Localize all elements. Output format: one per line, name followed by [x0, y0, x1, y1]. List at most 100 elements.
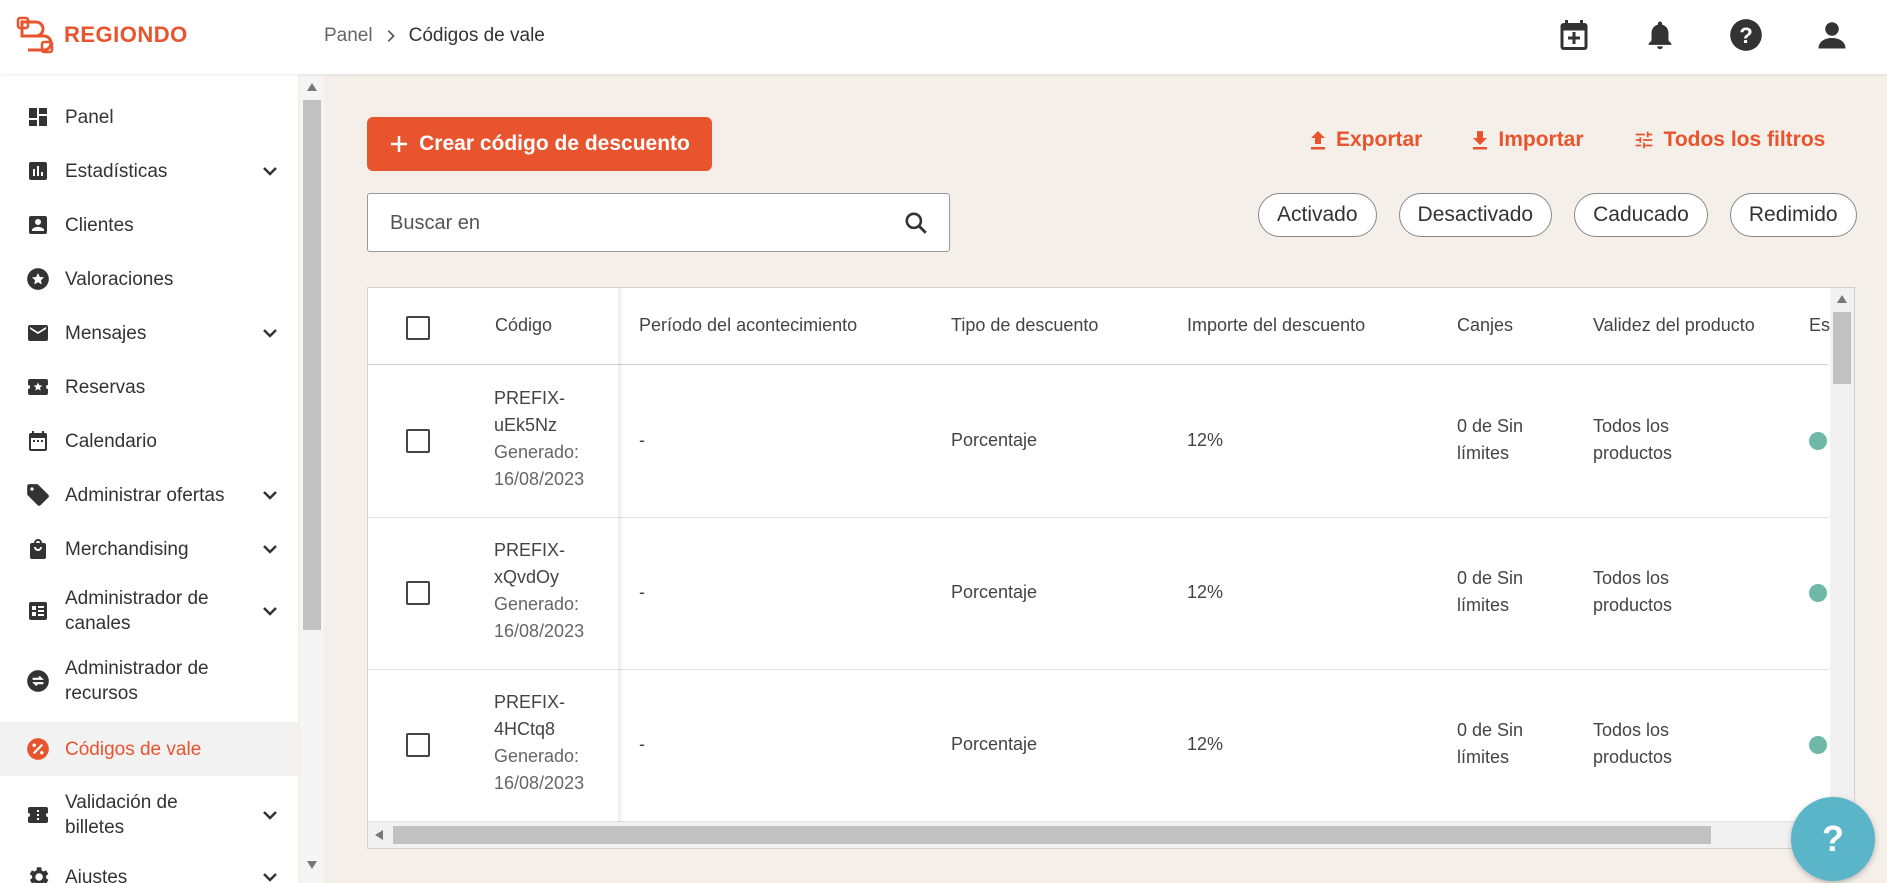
top-header: REGIONDO Panel Códigos de vale ? — [0, 0, 1887, 74]
row-checkbox[interactable] — [406, 581, 430, 605]
calendar-plus-icon[interactable] — [1553, 14, 1595, 56]
sidebar-scrollbar-thumb[interactable] — [303, 100, 321, 630]
scroll-up-arrow-icon[interactable] — [1836, 294, 1848, 304]
create-button-label: Crear código de descuento — [419, 132, 690, 155]
swap-circle-icon — [24, 667, 52, 695]
ticket-star-icon — [24, 373, 52, 401]
sidebar-item-valoraciones[interactable]: Valoraciones — [0, 256, 298, 302]
table-horizontal-scrollbar[interactable] — [368, 822, 1828, 848]
shopping-bag-icon — [24, 535, 52, 563]
sidebar-scrollbar[interactable] — [300, 74, 324, 883]
sidebar-item-codigos-de-vale[interactable]: Códigos de vale — [0, 722, 298, 776]
amount-cell: 12% — [1187, 582, 1224, 602]
sidebar-item-label: Calendario — [65, 430, 157, 452]
chevron-down-icon[interactable] — [258, 159, 282, 183]
chevron-down-icon[interactable] — [258, 321, 282, 345]
table-horizontal-scrollbar-thumb[interactable] — [393, 826, 1711, 844]
sidebar-item-label: Códigos de vale — [65, 738, 202, 760]
search-input[interactable] — [388, 194, 872, 253]
code-line2: xQvdOy — [494, 567, 560, 587]
period-cell: - — [639, 582, 645, 602]
row-checkbox[interactable] — [406, 733, 430, 757]
breadcrumb-panel-link[interactable]: Panel — [324, 25, 373, 47]
sidebar-item-estadisticas[interactable]: Estadísticas — [0, 148, 298, 194]
export-button[interactable]: Exportar — [1308, 128, 1422, 152]
column-header-tipo[interactable]: Tipo de descuento — [951, 315, 1098, 336]
type-cell: Porcentaje — [951, 734, 1038, 754]
sidebar-item-clientes[interactable]: Clientes — [0, 202, 298, 248]
amount-cell: 12% — [1187, 734, 1224, 754]
sidebar-item-label: Valoraciones — [65, 268, 174, 290]
import-label: Importar — [1498, 128, 1584, 151]
chevron-down-icon[interactable] — [258, 865, 282, 883]
chevron-down-icon[interactable] — [258, 803, 282, 827]
breadcrumb-current: Códigos de vale — [408, 25, 545, 46]
breadcrumb: Panel Códigos de vale — [324, 25, 545, 47]
sidebar-item-label: Administrador de canales — [65, 588, 209, 634]
redemptions-cell: 0 de Sin límites — [1457, 416, 1524, 463]
download-icon — [1470, 129, 1490, 151]
sidebar-item-merchandising[interactable]: Merchandising — [0, 526, 298, 572]
dashboard-icon — [24, 103, 52, 131]
sidebar-item-administrar-ofertas[interactable]: Administrar ofertas — [0, 472, 298, 518]
chevron-down-icon[interactable] — [258, 537, 282, 561]
sidebar-item-label: Validación de billetes — [65, 792, 178, 838]
scroll-left-arrow-icon[interactable] — [374, 829, 384, 841]
code-line1: PREFIX- — [494, 692, 566, 712]
sidebar-item-administrador-recursos[interactable]: Administrador de recursos — [0, 650, 298, 712]
column-header-codigo[interactable]: Código — [495, 315, 552, 336]
code-cell: PREFIX- 4HCtq8 Generado: 16/08/2023 — [494, 689, 584, 797]
sidebar-item-calendario[interactable]: Calendario — [0, 418, 298, 464]
table-vertical-scrollbar-thumb[interactable] — [1833, 312, 1851, 384]
all-filters-label: Todos los filtros — [1663, 128, 1826, 151]
column-header-importe[interactable]: Importe del descuento — [1187, 315, 1365, 336]
voucher-table: Código Período del acontecimiento Tipo d… — [367, 287, 1855, 849]
code-line1: PREFIX- — [494, 388, 566, 408]
regiondo-logo-icon — [14, 14, 56, 56]
column-header-canjes[interactable]: Canjes — [1457, 315, 1513, 336]
column-header-periodo[interactable]: Período del acontecimiento — [639, 315, 857, 336]
scroll-up-arrow-icon[interactable] — [306, 82, 318, 92]
mail-icon — [24, 319, 52, 347]
sidebar-item-label: Administrador de recursos — [65, 658, 209, 704]
chevron-down-icon[interactable] — [258, 483, 282, 507]
all-filters-button[interactable]: Todos los filtros — [1632, 128, 1826, 152]
validity-cell: Todos los productos — [1593, 416, 1673, 463]
chip-caducado[interactable]: Caducado — [1574, 193, 1708, 237]
import-button[interactable]: Importar — [1470, 128, 1584, 152]
chevron-down-icon[interactable] — [258, 599, 282, 623]
select-all-checkbox[interactable] — [406, 316, 430, 340]
plus-icon — [389, 134, 409, 154]
regiondo-logo[interactable]: REGIONDO — [14, 14, 188, 56]
table-row[interactable]: PREFIX- uEk5Nz Generado: 16/08/2023 - Po… — [368, 365, 1828, 518]
code-cell: PREFIX- xQvdOy Generado: 16/08/2023 — [494, 537, 584, 645]
table-row[interactable]: PREFIX- xQvdOy Generado: 16/08/2023 - Po… — [368, 517, 1828, 670]
help-icon[interactable]: ? — [1725, 14, 1767, 56]
create-discount-code-button[interactable]: Crear código de descuento — [367, 117, 712, 171]
sidebar-item-panel[interactable]: Panel — [0, 94, 298, 140]
column-header-estado[interactable]: Es — [1809, 315, 1830, 336]
search-icon[interactable] — [903, 210, 929, 236]
row-checkbox[interactable] — [406, 429, 430, 453]
column-header-validez[interactable]: Validez del producto — [1593, 315, 1755, 336]
table-vertical-scrollbar[interactable] — [1830, 288, 1854, 822]
chip-redimido[interactable]: Redimido — [1729, 193, 1857, 237]
sidebar-item-reservas[interactable]: Reservas — [0, 364, 298, 410]
sidebar-item-administrador-canales[interactable]: Administrador de canales — [0, 580, 298, 642]
sidebar-item-label: Ajustes — [65, 866, 128, 883]
sidebar-item-mensajes[interactable]: Mensajes — [0, 310, 298, 356]
scroll-down-arrow-icon[interactable] — [306, 860, 318, 870]
help-chat-button[interactable]: ? — [1791, 797, 1875, 881]
sidebar: Panel Estadísticas Clientes Valoraciones… — [0, 74, 298, 883]
user-icon[interactable] — [1811, 14, 1853, 56]
sidebar-item-label: Reservas — [65, 376, 146, 398]
chip-activado[interactable]: Activado — [1258, 193, 1377, 237]
chip-desactivado[interactable]: Desactivado — [1398, 193, 1553, 237]
redemptions-cell: 0 de Sin límites — [1457, 568, 1524, 615]
sidebar-item-validacion-billetes[interactable]: Validación de billetes — [0, 784, 298, 846]
bell-icon[interactable] — [1639, 14, 1681, 56]
tune-icon — [1632, 129, 1656, 151]
status-indicator — [1809, 736, 1827, 754]
sidebar-item-ajustes[interactable]: Ajustes — [0, 854, 298, 883]
table-row[interactable]: PREFIX- 4HCtq8 Generado: 16/08/2023 - Po… — [368, 669, 1828, 822]
